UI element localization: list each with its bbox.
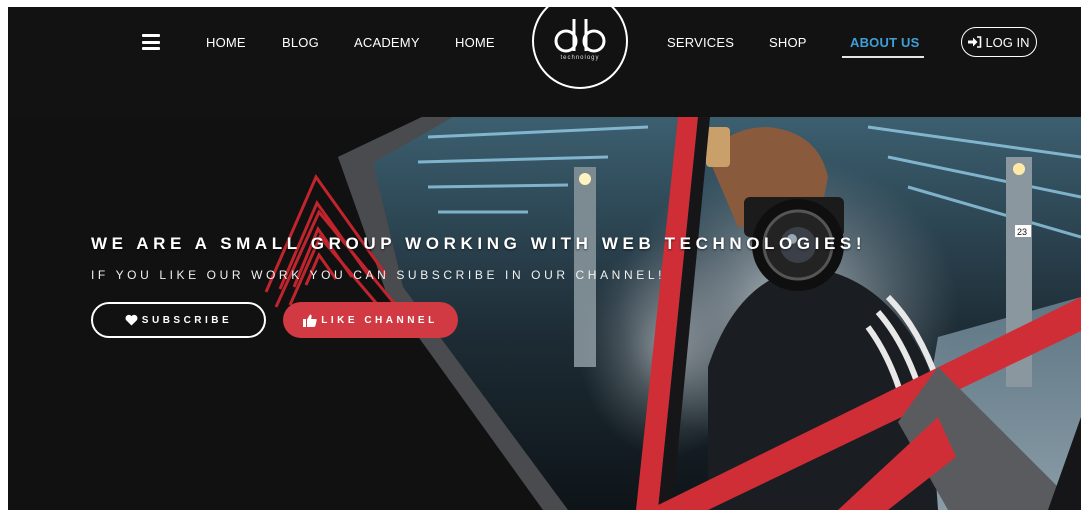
- hero-section: 23 WE ARE A SMALL GROUP WORKING WITH WEB…: [8, 117, 1081, 510]
- navbar: HOME BLOG ACADEMY HOME technology SERVIC…: [8, 7, 1081, 117]
- nav-link-home-2[interactable]: HOME: [455, 35, 495, 50]
- nav-link-home[interactable]: HOME: [206, 35, 246, 50]
- nav-link-academy[interactable]: ACADEMY: [354, 35, 420, 50]
- thumbs-up-icon: [303, 314, 317, 327]
- active-nav-underline: [842, 56, 924, 58]
- page-frame: HOME BLOG ACADEMY HOME technology SERVIC…: [8, 7, 1081, 510]
- like-channel-label: LIKE CHANNEL: [321, 314, 438, 326]
- logo-tagline: technology: [560, 55, 600, 61]
- hero-title: WE ARE A SMALL GROUP WORKING WITH WEB TE…: [91, 234, 867, 253]
- subscribe-button[interactable]: SUBSCRIBE: [91, 302, 266, 338]
- login-label: LOG IN: [985, 34, 1030, 50]
- hero-subtitle: IF YOU LIKE OUR WORK YOU CAN SUBSCRIBE I…: [91, 268, 666, 282]
- hamburger-icon[interactable]: [142, 34, 160, 50]
- subscribe-label: SUBSCRIBE: [141, 314, 233, 326]
- pillar-number: 23: [1017, 227, 1027, 237]
- nav-link-about-us[interactable]: ABOUT US: [850, 35, 920, 50]
- nav-link-blog[interactable]: BLOG: [282, 35, 319, 50]
- logo-mark-icon: [554, 19, 606, 53]
- nav-link-services[interactable]: SERVICES: [667, 35, 734, 50]
- nav-link-shop[interactable]: SHOP: [769, 35, 807, 50]
- logo[interactable]: technology: [532, 7, 628, 89]
- login-button[interactable]: LOG IN: [961, 27, 1037, 57]
- sign-in-icon: [968, 36, 982, 48]
- heart-icon: [125, 314, 138, 326]
- like-channel-button[interactable]: LIKE CHANNEL: [283, 302, 458, 338]
